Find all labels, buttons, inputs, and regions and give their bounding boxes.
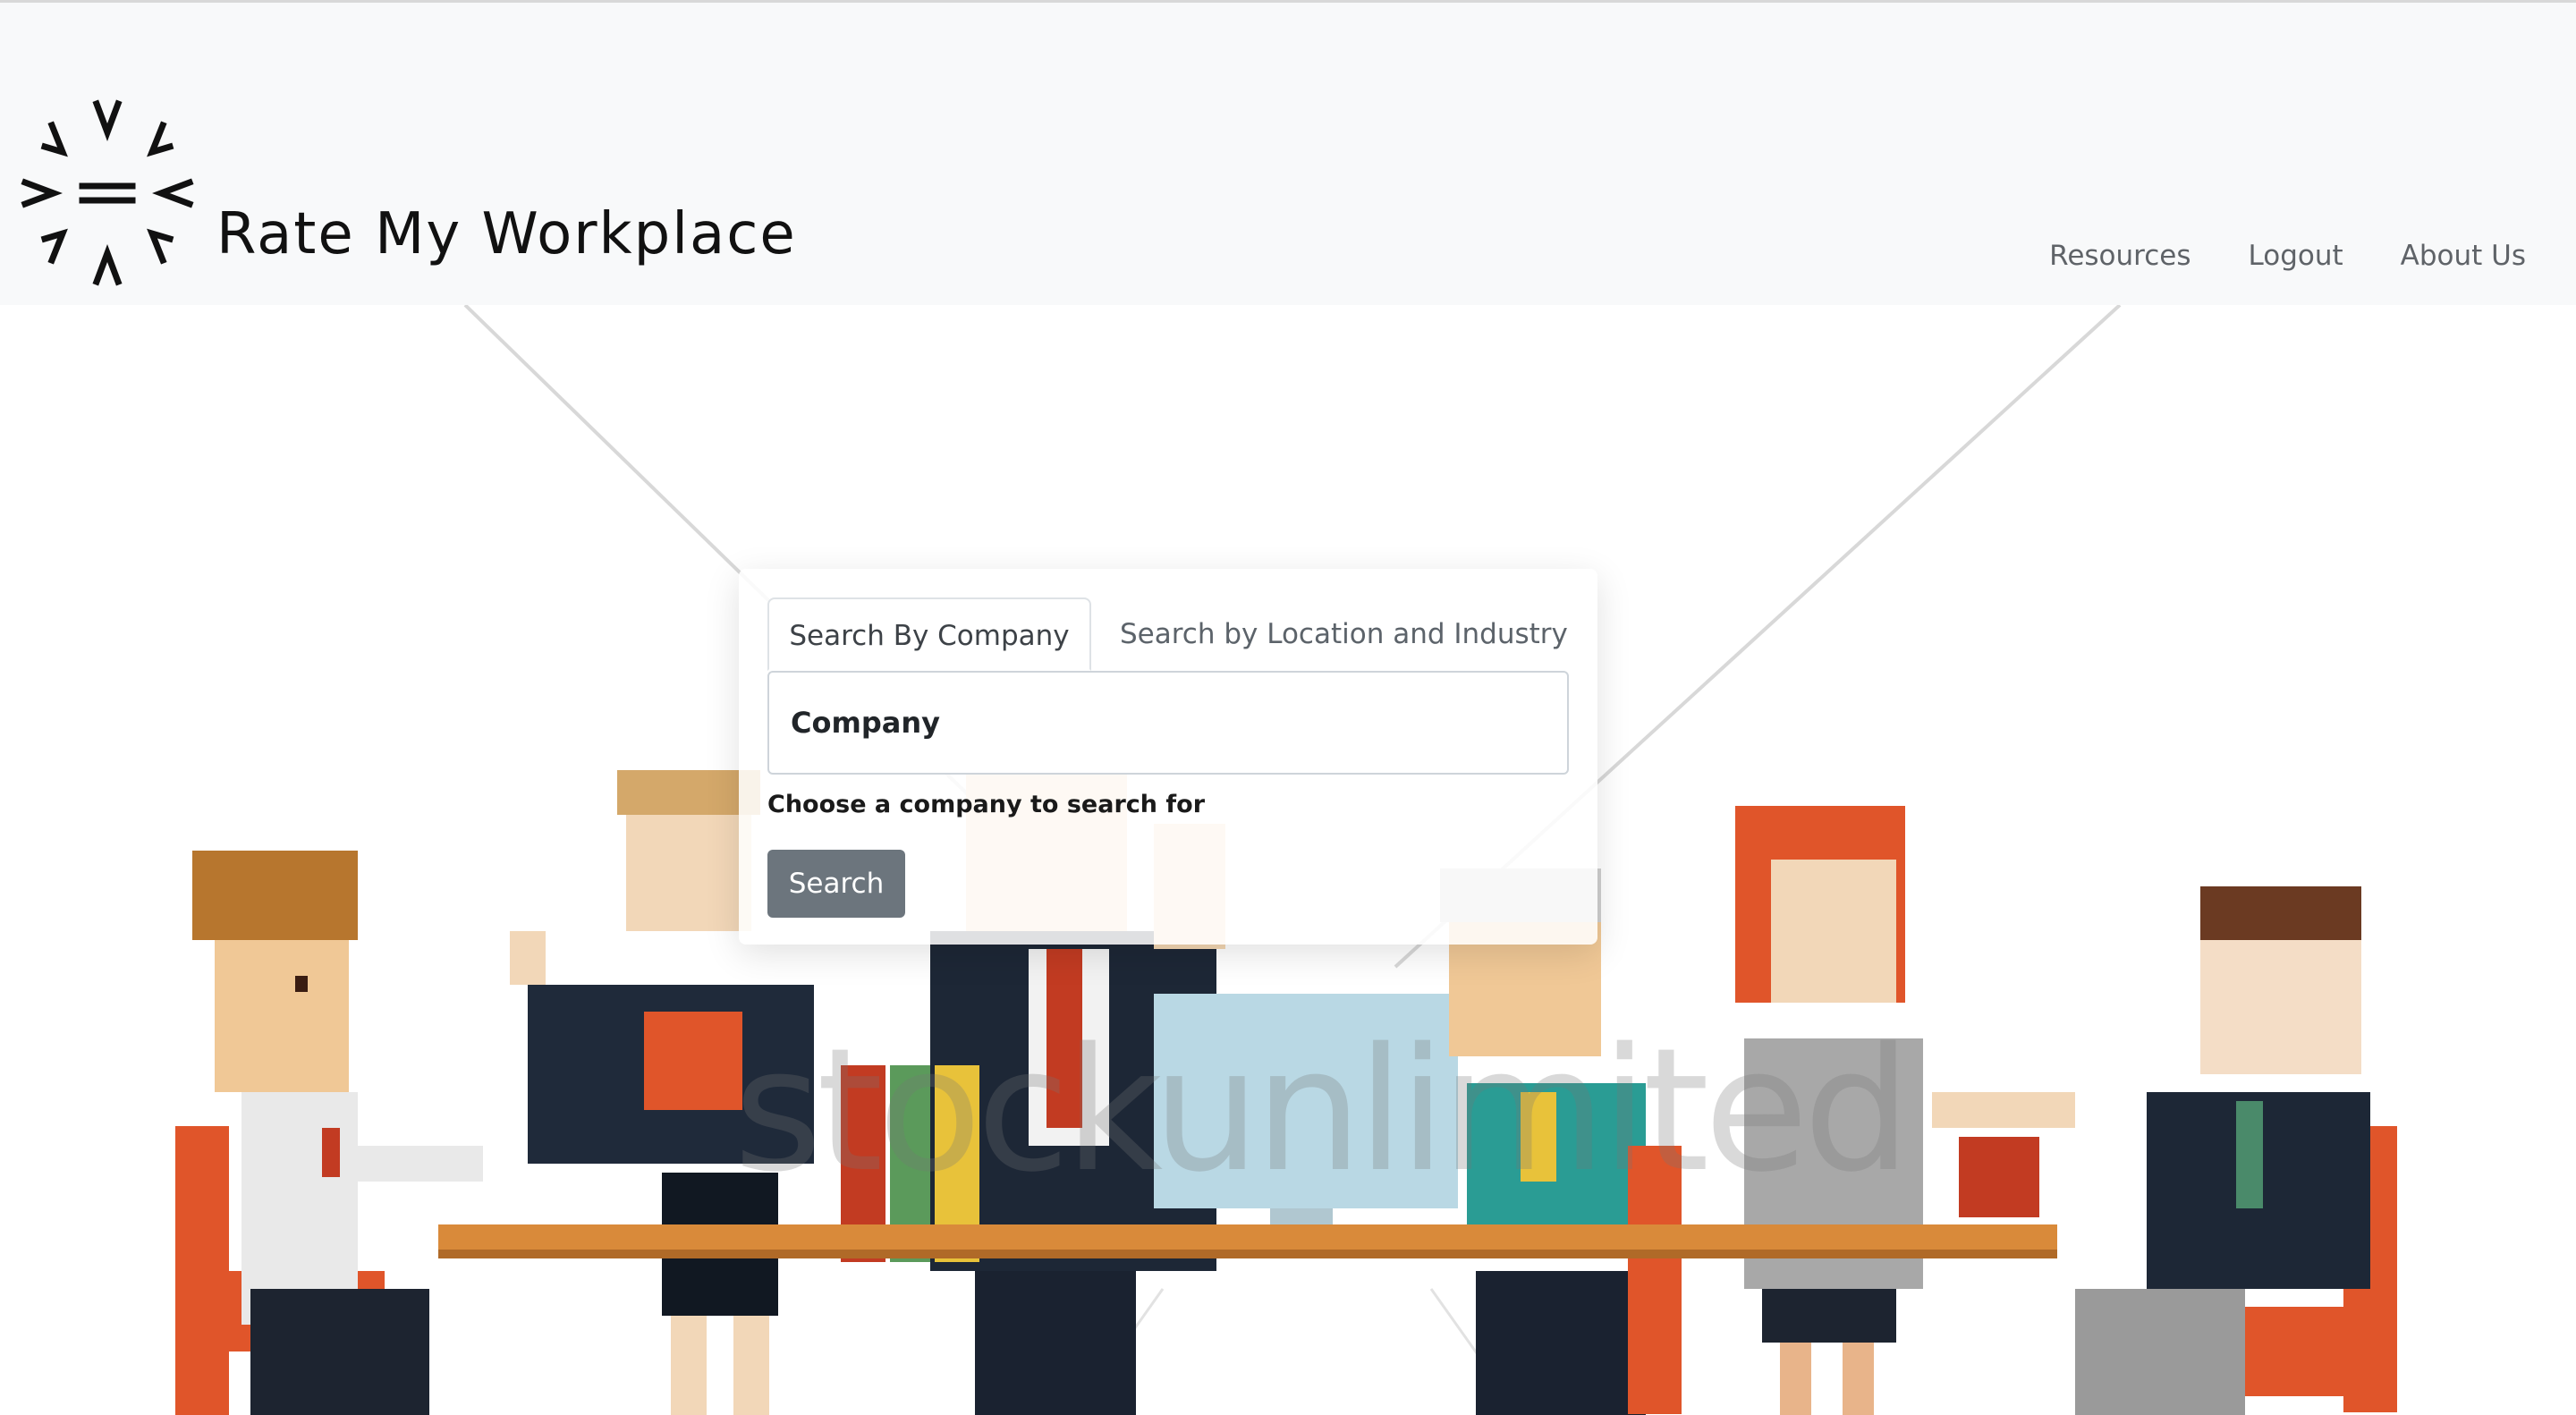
- search-button[interactable]: Search: [767, 850, 905, 918]
- navbar: Rate My Workplace Resources Logout About…: [0, 3, 2576, 305]
- nav-about-us-link[interactable]: About Us: [2401, 240, 2526, 272]
- nav-links: Resources Logout About Us: [2049, 240, 2526, 272]
- watermark-text: stockunlimited: [733, 1012, 1911, 1209]
- search-card: Search By Company Search by Location and…: [739, 569, 1597, 945]
- nav-logout-link[interactable]: Logout: [2249, 240, 2343, 272]
- search-tabs: Search By Company Search by Location and…: [767, 597, 1569, 671]
- brand-title[interactable]: Rate My Workplace: [216, 201, 797, 267]
- company-helper-text: Choose a company to search for: [767, 791, 1206, 818]
- tab-search-by-company[interactable]: Search By Company: [767, 597, 1091, 671]
- company-search-input[interactable]: [767, 671, 1569, 775]
- tab-search-by-location-and-industry[interactable]: Search by Location and Industry: [1091, 597, 1568, 671]
- nav-resources-link[interactable]: Resources: [2049, 240, 2190, 272]
- rate-my-workplace-logo-icon[interactable]: [18, 97, 215, 289]
